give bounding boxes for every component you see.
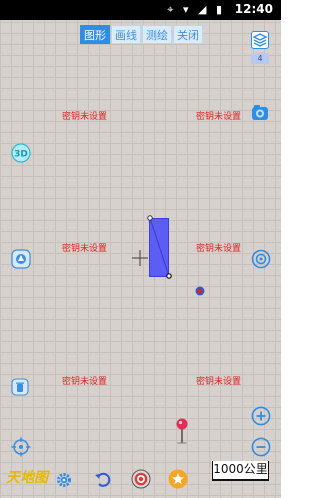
trash-icon — [11, 378, 29, 396]
mode-tabs: 图形 画线 测绘 关闭 — [80, 25, 204, 44]
shape-vertex-handle — [147, 215, 153, 221]
tile-warning: 密钥未设置 — [196, 244, 242, 254]
favorites-button[interactable] — [168, 469, 188, 489]
bullseye-icon — [131, 469, 151, 489]
tile-warning: 密钥未设置 — [62, 112, 108, 122]
tab-close[interactable]: 关闭 — [173, 25, 203, 44]
3d-view-button[interactable]: 3D — [11, 143, 31, 163]
map-pin-icon[interactable] — [175, 418, 191, 444]
zoom-out-button[interactable] — [251, 437, 271, 457]
delete-button[interactable] — [11, 378, 29, 396]
gear-icon — [57, 473, 71, 487]
status-time: 12:40 — [234, 2, 273, 16]
layers-count-badge: 4 — [251, 53, 269, 64]
svg-text:3D: 3D — [14, 150, 28, 160]
current-location-dot — [195, 286, 205, 296]
map-scale-bar: 1000公里 — [212, 461, 269, 481]
tab-draw-line[interactable]: 画线 — [111, 25, 141, 44]
map-orientation-button[interactable] — [11, 249, 31, 269]
tile-warning: 密钥未设置 — [62, 244, 108, 254]
shape-vertex-handle — [166, 273, 172, 279]
status-bar: ⌖ ▾ ◢ ▮ 12:40 — [0, 0, 281, 20]
minus-icon — [251, 437, 271, 457]
layers-icon — [252, 33, 268, 47]
my-location-button[interactable] — [11, 437, 31, 457]
3d-icon: 3D — [11, 143, 31, 163]
shape-outline — [147, 215, 172, 279]
zoom-in-button[interactable] — [251, 406, 271, 426]
status-icons: ⌖ ▾ ◢ ▮ — [167, 3, 225, 16]
tab-shape[interactable]: 图形 — [80, 25, 110, 44]
undo-icon — [95, 472, 111, 487]
tile-warning: 密钥未设置 — [196, 377, 242, 387]
tab-survey[interactable]: 测绘 — [142, 25, 172, 44]
tile-warning: 密钥未设置 — [62, 377, 108, 387]
undo-button[interactable] — [94, 470, 112, 488]
target-button[interactable] — [131, 469, 151, 489]
gps-crosshair-icon — [11, 437, 31, 457]
star-icon — [168, 469, 188, 489]
locate-ring-button[interactable] — [251, 249, 271, 269]
plus-icon — [251, 406, 271, 426]
tianditu-logo: 天地图 — [6, 470, 48, 486]
tile-warning: 密钥未设置 — [196, 112, 242, 122]
layers-button[interactable] — [251, 31, 269, 49]
camera-icon — [252, 105, 268, 120]
settings-button[interactable] — [56, 472, 74, 490]
target-ring-icon — [251, 249, 271, 269]
screenshot-button[interactable] — [251, 104, 269, 122]
compass-icon — [11, 249, 31, 269]
